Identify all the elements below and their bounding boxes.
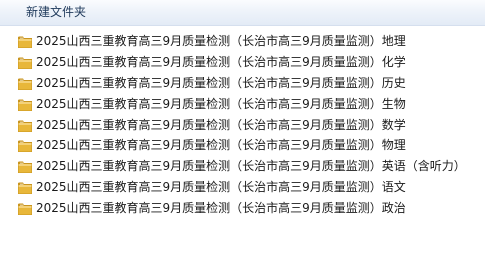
folder-icon	[17, 55, 33, 70]
folder-icon	[17, 159, 33, 174]
list-item[interactable]: 2025山西三重教育高三9月质量检测（长治市高三9月质量监测）生物	[0, 94, 485, 115]
list-item[interactable]: 2025山西三重教育高三9月质量检测（长治市高三9月质量监测）政治	[0, 198, 485, 219]
command-bar: 新建文件夹	[0, 0, 485, 26]
list-item[interactable]: 2025山西三重教育高三9月质量检测（长治市高三9月质量监测）物理	[0, 135, 485, 156]
folder-name: 2025山西三重教育高三9月质量检测（长治市高三9月质量监测）生物	[36, 96, 406, 111]
folder-name: 2025山西三重教育高三9月质量检测（长治市高三9月质量监测）物理	[36, 138, 406, 153]
folder-icon	[17, 118, 33, 133]
folder-name: 2025山西三重教育高三9月质量检测（长治市高三9月质量监测）英语（含听力）	[36, 159, 466, 174]
list-item[interactable]: 2025山西三重教育高三9月质量检测（长治市高三9月质量监测）英语（含听力）	[0, 156, 485, 177]
folder-icon	[17, 97, 33, 112]
folder-icon	[17, 138, 33, 153]
list-item[interactable]: 2025山西三重教育高三9月质量检测（长治市高三9月质量监测）数学	[0, 115, 485, 136]
folder-name: 2025山西三重教育高三9月质量检测（长治市高三9月质量监测）数学	[36, 117, 406, 132]
new-folder-button[interactable]: 新建文件夹	[18, 3, 94, 22]
explorer-window: 新建文件夹 2025山西三重教育高三9月质量检测（长治市高三9月质量监测）地理 …	[0, 0, 485, 262]
folder-name: 2025山西三重教育高三9月质量检测（长治市高三9月质量监测）历史	[36, 75, 406, 90]
folder-icon	[17, 76, 33, 91]
folder-name: 2025山西三重教育高三9月质量检测（长治市高三9月质量监测）地理	[36, 34, 406, 48]
folder-icon	[17, 180, 33, 195]
folder-icon	[17, 34, 33, 49]
list-item[interactable]: 2025山西三重教育高三9月质量检测（长治市高三9月质量监测）历史	[0, 73, 485, 94]
list-item[interactable]: 2025山西三重教育高三9月质量检测（长治市高三9月质量监测）语文	[0, 177, 485, 198]
folder-icon	[17, 201, 33, 216]
list-item[interactable]: 2025山西三重教育高三9月质量检测（长治市高三9月质量监测）地理	[0, 31, 485, 52]
folder-name: 2025山西三重教育高三9月质量检测（长治市高三9月质量监测）语文	[36, 180, 406, 195]
file-list: 2025山西三重教育高三9月质量检测（长治市高三9月质量监测）地理 2025山西…	[0, 31, 485, 219]
folder-name: 2025山西三重教育高三9月质量检测（长治市高三9月质量监测）化学	[36, 54, 406, 69]
list-item[interactable]: 2025山西三重教育高三9月质量检测（长治市高三9月质量监测）化学	[0, 52, 485, 73]
folder-name: 2025山西三重教育高三9月质量检测（长治市高三9月质量监测）政治	[36, 201, 406, 216]
